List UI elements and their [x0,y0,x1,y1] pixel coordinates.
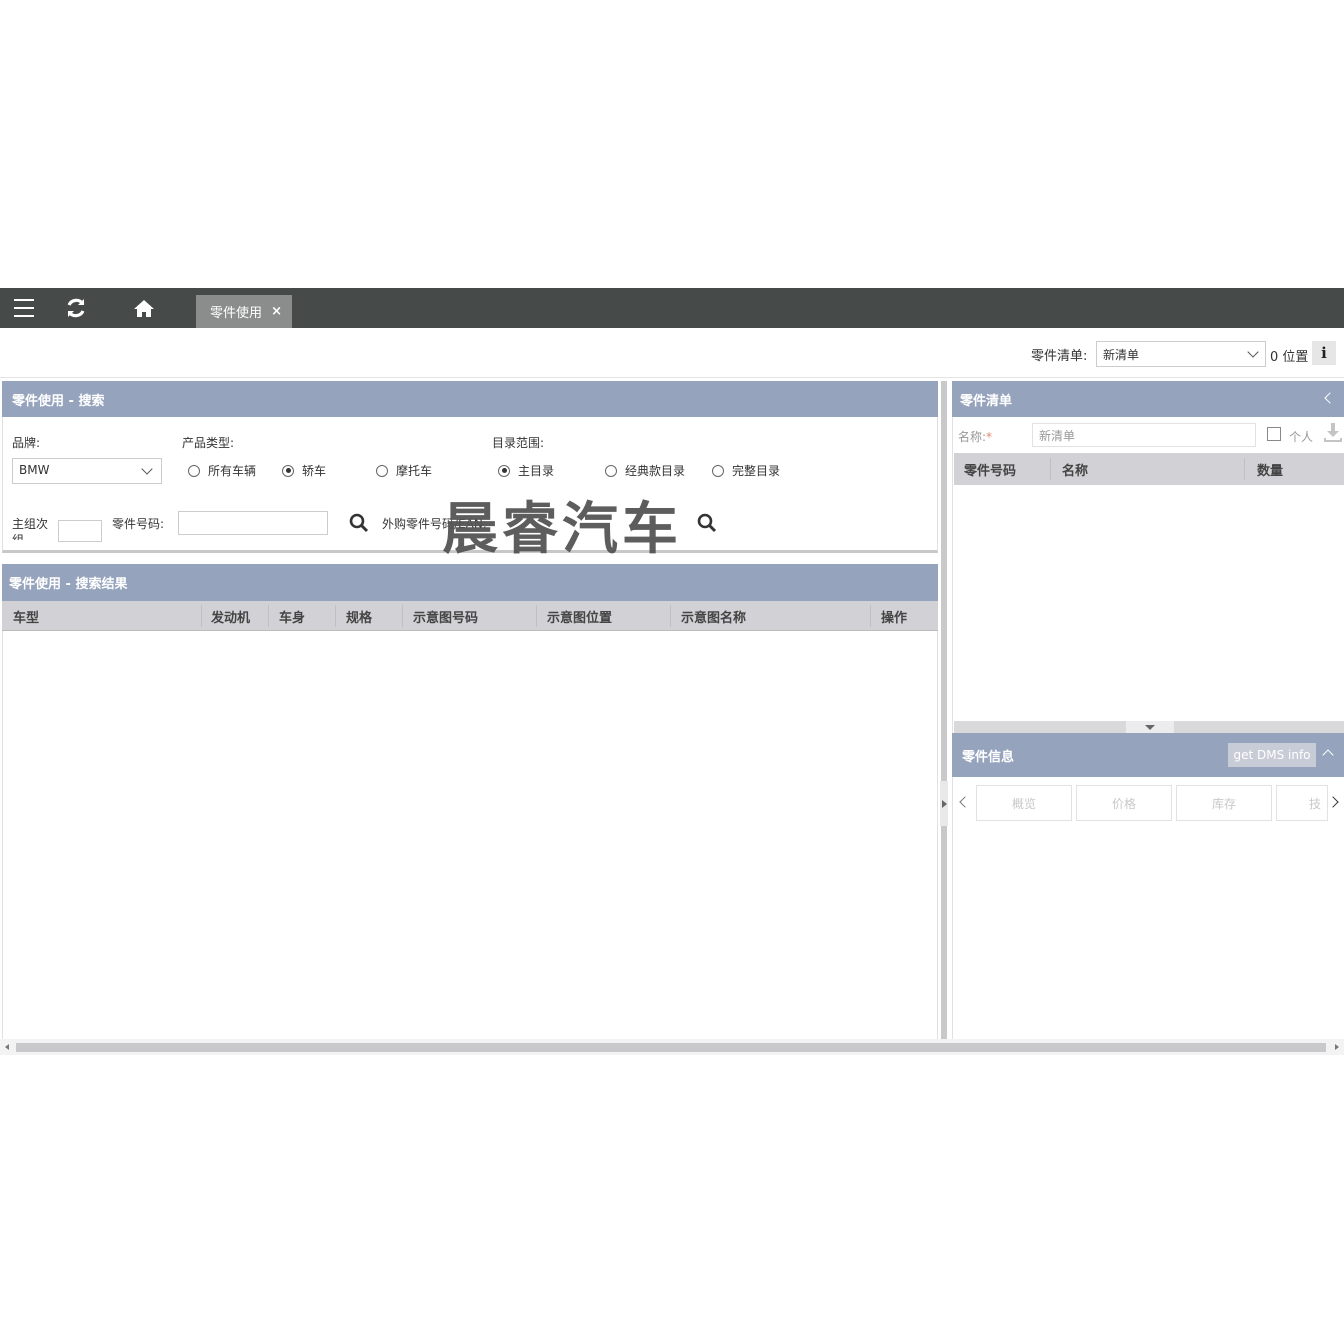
radio-label: 经典款目录 [625,464,686,478]
scroll-left-icon[interactable] [5,1044,9,1050]
tab-part-usage[interactable]: 零件使用 × [196,295,292,328]
parts-list-header: 零件清单: 新清单 0 位置 i [0,328,1344,378]
tab-stock[interactable]: 库存 [1176,785,1272,821]
tab-close-icon[interactable]: × [271,304,282,319]
collapse-left-icon[interactable] [1324,392,1336,404]
position-count: 0 位置 [1270,350,1309,365]
column-header-quantity[interactable]: 数量 [1257,453,1283,485]
info-icon[interactable]: i [1312,341,1336,365]
search-panel-title: 零件使用 - 搜索 [2,381,938,417]
radio-classic-catalog[interactable]: 经典款目录 [605,462,685,479]
results-panel-title: 零件使用 - 搜索结果 [2,564,938,601]
brand-label: 品牌: [12,436,41,450]
radio-dot [605,464,617,477]
search-icon[interactable] [697,513,717,533]
column-header-part-number[interactable]: 零件号码 [964,453,1016,485]
part-number-input[interactable] [178,511,328,535]
catalog-scope-label: 目录范围: [492,436,545,450]
menu-icon[interactable] [10,288,38,328]
radio-all-vehicles[interactable]: 所有车辆 [188,462,256,479]
tab-label: 零件使用 [210,306,263,321]
radio-car[interactable]: 轿车 [282,462,326,479]
tab-overview[interactable]: 概览 [976,785,1072,821]
parts-list-value: 新清单 [1103,348,1140,362]
main-group-input[interactable] [58,520,102,542]
product-type-label: 产品类型: [182,436,235,450]
column-header-spec[interactable]: 规格 [346,601,372,631]
radio-motorcycle[interactable]: 摩托车 [376,462,432,479]
list-name-label: 名称:* [958,430,993,444]
radio-dot [188,464,200,477]
list-name-input[interactable]: 新清单 [1032,423,1256,447]
tab-price[interactable]: 价格 [1076,785,1172,821]
column-header-action[interactable]: 操作 [881,601,907,631]
radio-label: 摩托车 [396,464,433,478]
radio-label: 轿车 [302,464,327,478]
personal-checkbox[interactable] [1267,427,1281,441]
results-title: 零件使用 - 搜索结果 [9,577,128,592]
parts-list-title: 零件清单 [960,393,1013,409]
radio-dot-selected [498,464,510,477]
column-header-model[interactable]: 车型 [13,601,39,631]
get-dms-info-button[interactable]: get DMS info [1228,743,1316,767]
scroll-right-icon[interactable] [1335,1044,1339,1050]
watermark-text: 晨睿汽车 [442,497,682,562]
radio-full-catalog[interactable]: 完整目录 [712,462,780,479]
radio-label: 所有车辆 [208,464,257,478]
expand-right-icon[interactable] [940,781,948,826]
radio-label: 主目录 [518,464,555,478]
radio-dot [376,464,388,477]
brand-value: BMW [19,463,50,477]
main-group-label: 主组次组 [12,517,49,540]
column-header-engine[interactable]: 发动机 [211,601,250,631]
radio-main-catalog[interactable]: 主目录 [498,462,554,479]
brand-select[interactable]: BMW [12,458,162,484]
parts-list-panel-title: 零件清单 [952,381,1344,417]
parts-list-table-header: 零件号码 名称 数量 [954,453,1344,485]
radio-label: 完整目录 [732,464,781,478]
app-window: 零件使用 × 零件清单: 新清单 0 位置 i 零件使用 - 搜索 品牌: BM… [0,288,1344,1056]
download-icon[interactable] [1323,421,1343,443]
chevron-down-icon [1247,346,1259,358]
vertical-splitter[interactable] [938,381,950,1041]
top-navigation-bar: 零件使用 × [0,288,1344,328]
part-info-title: 零件信息 [962,749,1015,765]
personal-label: 个人 [1289,430,1314,444]
home-icon[interactable] [130,288,158,328]
results-panel [2,564,938,1040]
collapse-up-icon[interactable] [1322,749,1334,761]
radio-dot [712,464,724,477]
parts-list-label: 零件清单: [1031,349,1088,364]
column-header-diagram-number[interactable]: 示意图号码 [413,601,478,631]
tab-technical[interactable]: 技 [1276,785,1328,821]
part-number-label: 零件号码: [112,517,165,531]
search-title: 零件使用 - 搜索 [12,393,105,409]
chevron-down-icon [141,463,153,475]
refresh-icon[interactable] [62,288,90,328]
column-header-diagram-name[interactable]: 示意图名称 [681,601,746,631]
scrollbar-thumb[interactable] [16,1043,1326,1052]
column-header-name[interactable]: 名称 [1062,453,1088,485]
parts-list-select[interactable]: 新清单 [1096,341,1266,367]
column-header-body[interactable]: 车身 [279,601,305,631]
column-header-diagram-position[interactable]: 示意图位置 [547,601,612,631]
collapse-down-icon[interactable] [1126,721,1174,733]
horizontal-splitter[interactable] [954,721,1344,733]
horizontal-scrollbar[interactable] [0,1039,1344,1055]
search-icon[interactable] [349,513,369,533]
list-name-value: 新清单 [1039,429,1076,443]
radio-dot-selected [282,464,294,477]
results-table-header: 车型 发动机 车身 规格 示意图号码 示意图位置 示意图名称 操作 [2,601,938,631]
